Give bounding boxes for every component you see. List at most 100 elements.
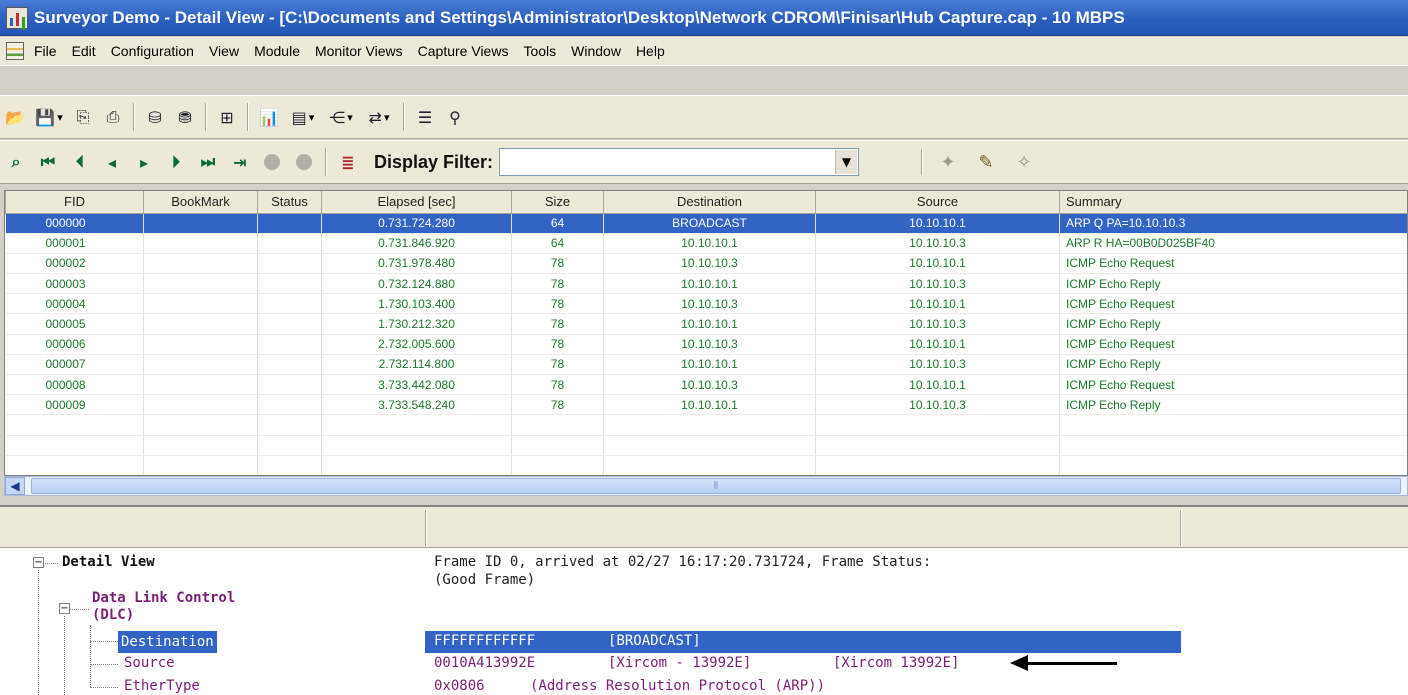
table-row[interactable]: 000005 1.730.212.320 78 10.10.10.1 10.10.10.… <box>5 313 1407 335</box>
destination-cell: 10.10.10.1 <box>603 273 816 295</box>
menu-view[interactable]: View <box>208 41 240 61</box>
menu-help[interactable]: Help <box>635 41 666 61</box>
capture-stop-icon[interactable]: ⛃ <box>172 104 198 130</box>
scroll-left-icon[interactable]: ◀ <box>5 477 25 495</box>
table-row[interactable]: 000007 2.732.114.800 78 10.10.10.1 10.10.10.… <box>5 354 1407 376</box>
last-frame-icon[interactable]: ⏭ <box>195 149 221 175</box>
table-row[interactable]: 000002 0.731.978.480 78 10.10.10.3 10.10.10.… <box>5 253 1407 275</box>
menu-tools[interactable]: Tools <box>522 41 557 61</box>
menu-edit[interactable]: Edit <box>71 41 97 61</box>
next-frame-icon[interactable]: ▸ <box>131 149 157 175</box>
status-cell <box>257 394 322 416</box>
goto-trigger-icon[interactable]: ⇥ <box>227 149 253 175</box>
source-cell: 10.10.10.1 <box>815 374 1060 396</box>
pane-divider[interactable] <box>1180 510 1182 546</box>
source-value: 0010A413992E <box>434 655 536 671</box>
table-row[interactable]: 000006 2.732.005.600 78 10.10.10.3 10.10.10.… <box>5 334 1407 355</box>
search-icon[interactable]: ⚲ <box>442 104 468 130</box>
summary-cell: ICMP Echo Request <box>1059 293 1407 315</box>
source-cell: 10.10.10.3 <box>815 233 1060 254</box>
pointer-arrow-icon <box>1010 655 1028 671</box>
menu-monitor-views[interactable]: Monitor Views <box>314 41 404 61</box>
destination-cell: 10.10.10.3 <box>603 253 816 275</box>
copy-icon[interactable]: ⎘ <box>70 104 96 130</box>
filter-options-icon[interactable]: ≣ <box>335 149 361 175</box>
column-destination[interactable]: Destination <box>603 191 816 214</box>
tree-node-destination[interactable]: Destination <box>118 631 217 653</box>
bookmark-cell <box>143 334 258 355</box>
protocol-icon[interactable]: ⋲ <box>324 104 358 130</box>
destination-cell: 10.10.10.1 <box>603 394 816 416</box>
tree-line <box>90 625 91 687</box>
detail-pane: − − Detail View Data Link Control (DLC) … <box>0 505 1408 695</box>
tree-node-ethertype[interactable]: EtherType <box>124 678 200 694</box>
destination-cell: 10.10.10.1 <box>603 313 816 335</box>
bookmark-prev-icon[interactable] <box>264 154 280 170</box>
table-row[interactable]: 000001 0.731.846.920 64 10.10.10.1 10.10.10.… <box>5 233 1407 254</box>
network-icon[interactable]: ⇄ <box>362 104 396 130</box>
column-bookmark[interactable]: BookMark <box>143 191 258 214</box>
tree-node-dlc[interactable]: Data Link Control <box>92 590 235 606</box>
toolbar-separator <box>133 103 135 131</box>
horizontal-scrollbar[interactable]: ◀ ⦀ <box>4 476 1408 496</box>
open-folder-icon[interactable]: 📂 <box>2 104 28 130</box>
filter-edit-icon[interactable]: ✎ <box>974 150 998 174</box>
table-row[interactable]: 000000 0.731.724.280 64 BROADCAST 10.10.10.1… <box>5 213 1407 234</box>
monitor-icon[interactable]: ▤ <box>286 104 320 130</box>
display-filter-label: Display Filter: <box>374 151 494 172</box>
bookmark-cell <box>143 233 258 254</box>
first-frame-icon[interactable]: ⏮ <box>35 149 61 175</box>
column-size[interactable]: Size <box>511 191 604 214</box>
print-icon[interactable]: ⎙ <box>100 104 126 130</box>
column-summary[interactable]: Summary <box>1059 191 1407 214</box>
fid-cell: 000000 <box>5 213 144 234</box>
pane-divider[interactable] <box>425 510 427 546</box>
empty-cell <box>321 414 512 436</box>
prev-frame-icon[interactable]: ◂ <box>99 149 125 175</box>
table-row[interactable]: 000009 3.733.548.240 78 10.10.10.1 10.10.10.… <box>5 394 1407 416</box>
bookmark-next-icon[interactable] <box>296 154 312 170</box>
selected-field-row[interactable] <box>425 631 1181 653</box>
menu-module[interactable]: Module <box>253 41 301 61</box>
menu-file[interactable]: File <box>33 41 58 61</box>
filter-clear-icon[interactable]: ✧ <box>1012 150 1036 174</box>
chevron-down-icon[interactable]: ▼ <box>835 150 858 174</box>
empty-cell <box>815 455 1060 475</box>
tree-line <box>90 641 118 642</box>
table-row[interactable]: 000008 3.733.442.080 78 10.10.10.3 10.10.10.… <box>5 374 1407 396</box>
column-fid[interactable]: FID <box>5 191 144 214</box>
module-icon[interactable]: ⊞ <box>214 104 240 130</box>
find-icon[interactable]: ⌕ <box>3 149 29 175</box>
menu-window[interactable]: Window <box>570 41 622 61</box>
display-filter-combobox[interactable]: ▼ <box>499 148 860 176</box>
bar-chart-icon[interactable]: 📊 <box>256 104 282 130</box>
ethertype-value: 0x0806 <box>434 678 485 694</box>
tree-node-detail-view[interactable]: Detail View <box>62 554 155 570</box>
tree-node-source[interactable]: Source <box>124 655 175 671</box>
list-icon[interactable]: ☰ <box>412 104 438 130</box>
app-icon[interactable] <box>6 6 28 29</box>
collapse-icon[interactable]: − <box>59 603 70 614</box>
next-page-icon[interactable]: ⏵ <box>163 149 189 175</box>
main-toolbar: 📂 💾 ⎘ ⎙ ⛁ ⛃ ⊞ 📊 ▤ ⋲ ⇄ ☰ ⚲ <box>0 95 1408 139</box>
collapse-icon[interactable]: − <box>33 557 44 568</box>
empty-cell <box>511 435 604 456</box>
menu-configuration[interactable]: Configuration <box>110 41 195 61</box>
save-icon[interactable]: 💾 <box>32 104 66 130</box>
source-cell: 10.10.10.1 <box>815 293 1060 315</box>
capture-start-icon[interactable]: ⛁ <box>142 104 168 130</box>
status-cell <box>257 293 322 315</box>
table-row[interactable]: 000004 1.730.103.400 78 10.10.10.3 10.10.10.… <box>5 293 1407 315</box>
column-source[interactable]: Source <box>815 191 1060 214</box>
tree-node-dlc-abbrev[interactable]: (DLC) <box>92 607 134 623</box>
filter-apply-icon[interactable]: ✦ <box>936 150 960 174</box>
scrollbar-thumb[interactable]: ⦀ <box>31 478 1401 494</box>
document-icon[interactable] <box>6 42 24 60</box>
column-status[interactable]: Status <box>257 191 322 214</box>
status-cell <box>257 253 322 275</box>
empty-row <box>5 435 1407 456</box>
menu-capture-views[interactable]: Capture Views <box>417 41 510 61</box>
table-row[interactable]: 000003 0.732.124.880 78 10.10.10.1 10.10.10.… <box>5 273 1407 295</box>
column-elapsed[interactable]: Elapsed [sec] <box>321 191 512 214</box>
prev-page-icon[interactable]: ⏴ <box>67 149 93 175</box>
